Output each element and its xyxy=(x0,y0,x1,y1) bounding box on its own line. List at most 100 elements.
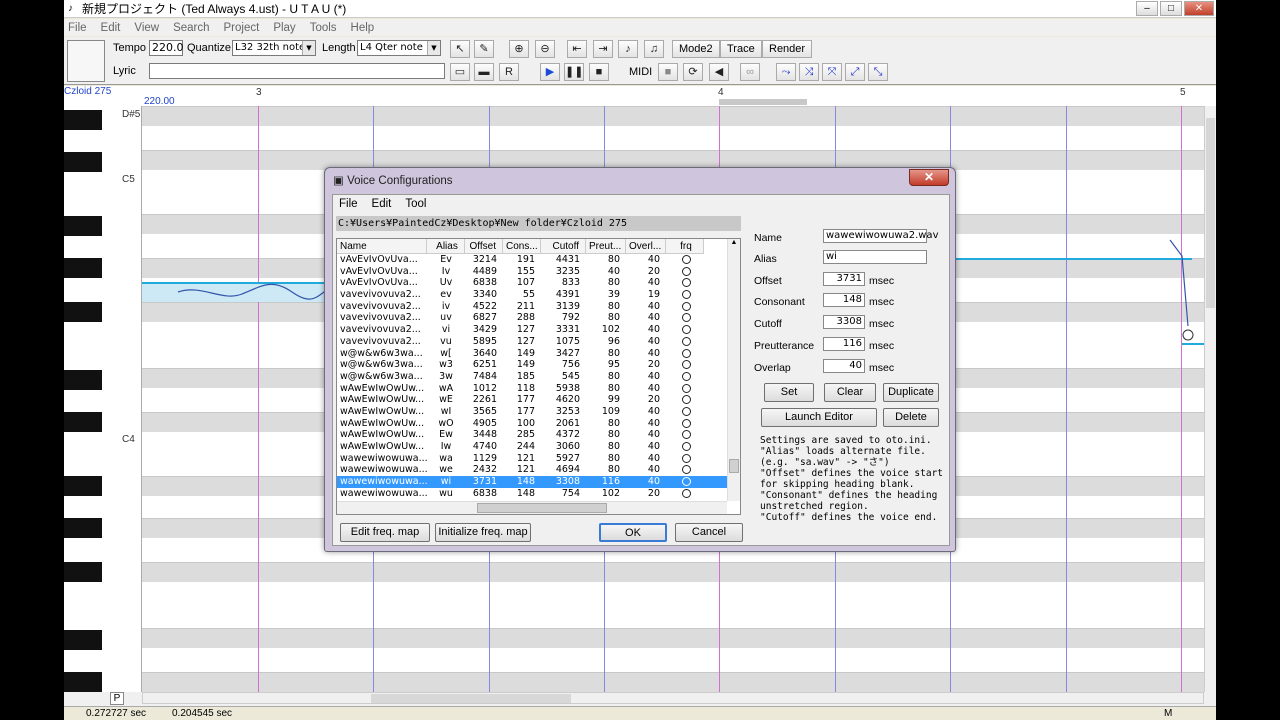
dialog-menu-tool[interactable]: Tool xyxy=(405,198,426,210)
go-start-icon[interactable]: ⇤ xyxy=(567,40,587,58)
pencil-tool-icon[interactable]: ✎ xyxy=(474,40,494,58)
clear-button[interactable]: Clear xyxy=(824,383,876,402)
black-key[interactable] xyxy=(64,672,102,692)
length-select[interactable]: L4 Qter note ▼ xyxy=(357,40,441,56)
list-item[interactable]: vavevivovuva2... uv 6827 288 792 80 40 xyxy=(337,312,727,324)
envelope-e-icon[interactable]: ⤡ xyxy=(868,63,888,81)
list-item[interactable]: vavevivovuva2... iv 4522 211 3139 80 40 xyxy=(337,301,727,313)
preutterance-field[interactable]: 116 xyxy=(823,337,865,351)
go-end-icon[interactable]: ⇥ xyxy=(593,40,613,58)
menu-view[interactable]: View xyxy=(134,22,159,34)
ok-button[interactable]: OK xyxy=(599,523,667,542)
black-key[interactable] xyxy=(64,258,102,278)
list-vertical-scrollbar[interactable]: ▲ xyxy=(727,239,740,501)
zoom-out-icon[interactable]: ⊖ xyxy=(535,40,555,58)
menu-tools[interactable]: Tools xyxy=(310,22,337,34)
pitch-icon[interactable]: ▬ xyxy=(474,63,494,81)
list-item[interactable]: w@w&w6w3wa... w3 6251 149 756 95 20 xyxy=(337,359,727,371)
horizontal-scroll-thumb[interactable] xyxy=(371,694,571,703)
menu-play[interactable]: Play xyxy=(273,22,295,34)
note-prev-icon[interactable]: ♪ xyxy=(618,40,638,58)
black-key[interactable] xyxy=(64,562,102,582)
scroll-up-icon[interactable]: ▲ xyxy=(728,239,740,249)
list-item[interactable]: wAwEwIwOwUw... wI 3565 177 3253 109 40 xyxy=(337,406,727,418)
offset-field[interactable]: 3731 xyxy=(823,272,865,286)
lyric-input[interactable] xyxy=(149,63,445,79)
zoom-in-icon[interactable]: ⊕ xyxy=(509,40,529,58)
horizontal-scrollbar[interactable] xyxy=(142,692,1204,704)
init-freq-map-button[interactable]: Initialize freq. map xyxy=(435,523,531,542)
list-item[interactable]: wAwEwIwOwUw... wE 2261 177 4620 99 20 xyxy=(337,394,727,406)
list-item[interactable]: w@w&w6w3wa... w[3640 149 3427 80 40 xyxy=(337,348,727,360)
menu-help[interactable]: Help xyxy=(351,22,375,34)
name-field[interactable]: wawewiwowuwa2.wav xyxy=(823,229,938,243)
trace-button[interactable]: Trace xyxy=(720,40,762,58)
cutoff-field[interactable]: 3308 xyxy=(823,315,865,329)
vertical-scrollbar[interactable] xyxy=(1204,106,1216,692)
edit-freq-map-button[interactable]: Edit freq. map xyxy=(340,523,430,542)
list-item[interactable]: wAwEwIwOwUw... Iw 4740 244 3060 80 40 xyxy=(337,441,727,453)
envelope-a-icon[interactable]: ⤳ xyxy=(776,63,796,81)
launch-editor-button[interactable]: Launch Editor xyxy=(761,408,877,427)
menu-file[interactable]: File xyxy=(68,22,87,34)
black-key[interactable] xyxy=(64,518,102,538)
list-scroll-thumb[interactable] xyxy=(729,459,739,473)
loop-icon[interactable]: ⟳ xyxy=(683,63,703,81)
envelope-b-icon[interactable]: ⤨ xyxy=(799,63,819,81)
list-item[interactable]: wawewiwowuwa... we 2432 121 4694 80 40 xyxy=(337,464,727,476)
black-key[interactable] xyxy=(64,476,102,496)
p-toggle[interactable]: P xyxy=(110,692,124,705)
speaker-icon[interactable]: ◀ xyxy=(709,63,729,81)
col-name[interactable]: Name xyxy=(337,239,427,254)
reset-icon[interactable]: R xyxy=(499,63,519,81)
alias-field[interactable]: wi xyxy=(823,250,927,264)
menu-edit[interactable]: Edit xyxy=(101,22,121,34)
link-icon[interactable]: ∞ xyxy=(740,63,760,81)
list-item[interactable]: wAwEwIwOwUw... wO 4905 100 2061 80 40 xyxy=(337,418,727,430)
horizontal-position-bar[interactable] xyxy=(719,99,807,105)
note-next-icon[interactable]: ♫ xyxy=(644,40,664,58)
set-button[interactable]: Set xyxy=(764,383,814,402)
envelope-c-icon[interactable]: ⤧ xyxy=(822,63,842,81)
close-button[interactable]: ✕ xyxy=(1184,1,1214,16)
list-item[interactable]: wAwEwIwOwUw... Ew 3448 285 4372 80 40 xyxy=(337,429,727,441)
dialog-menu-edit[interactable]: Edit xyxy=(372,198,392,210)
list-hscroll-thumb[interactable] xyxy=(477,503,607,513)
envelope-d-icon[interactable]: ⤢ xyxy=(845,63,865,81)
menu-project[interactable]: Project xyxy=(224,22,260,34)
list-item[interactable]: vAvEvIvOvUva... Ev 3214 191 4431 80 40 xyxy=(337,254,727,266)
render-button[interactable]: Render xyxy=(762,40,813,58)
maximize-button[interactable]: □ xyxy=(1160,1,1182,16)
list-item[interactable]: wAwEwIwOwUw... wA 1012 118 5938 80 40 xyxy=(337,383,727,395)
cancel-button[interactable]: Cancel xyxy=(675,523,743,542)
duplicate-button[interactable]: Duplicate xyxy=(883,383,939,402)
vertical-scroll-thumb[interactable] xyxy=(1206,118,1215,308)
list-item[interactable]: vavevivovuva2... ev 3340 55 4391 39 19 xyxy=(337,289,727,301)
list-item[interactable]: wawewiwowuwa... wi 3731 148 3308 116 40 xyxy=(337,476,727,488)
consonant-field[interactable]: 148 xyxy=(823,293,865,307)
list-item[interactable]: wawewiwowuwa... wa 1129 121 5927 80 40 xyxy=(337,453,727,465)
black-key[interactable] xyxy=(64,630,102,650)
black-key[interactable] xyxy=(64,412,102,432)
dialog-menu-file[interactable]: File xyxy=(339,198,358,210)
record-icon[interactable]: ■ xyxy=(658,63,678,81)
delete-button[interactable]: Delete xyxy=(883,408,939,427)
black-key[interactable] xyxy=(64,110,102,130)
list-item[interactable]: w@w&w6w3wa... 3w 7484 185 545 80 40 xyxy=(337,371,727,383)
dialog-close-button[interactable]: ✕ xyxy=(909,169,949,186)
quantize-select[interactable]: L32 32th note ▼ xyxy=(232,40,316,56)
mode2-button[interactable]: Mode2 xyxy=(672,40,720,58)
col-consonant[interactable]: Cons... xyxy=(503,239,541,254)
col-offset[interactable]: Offset xyxy=(465,239,503,254)
list-item[interactable]: wawewiwowuwa... wu 6838 148 754 102 20 xyxy=(337,488,727,500)
list-item[interactable]: vAvEvIvOvUva... Uv 6838 107 833 80 40 xyxy=(337,277,727,289)
tempo-input[interactable]: 220.0 xyxy=(149,40,184,56)
black-key[interactable] xyxy=(64,302,102,322)
col-cutoff[interactable]: Cutoff xyxy=(541,239,586,254)
col-frq[interactable]: frq xyxy=(666,239,704,254)
overlap-field[interactable]: 40 xyxy=(823,359,865,373)
oto-list[interactable]: Name Alias Offset Cons... Cutoff Preut..… xyxy=(336,238,741,515)
menu-search[interactable]: Search xyxy=(173,22,209,34)
list-item[interactable]: vavevivovuva2... vu 5895 127 1075 96 40 xyxy=(337,336,727,348)
col-overlap[interactable]: Overl... xyxy=(626,239,666,254)
